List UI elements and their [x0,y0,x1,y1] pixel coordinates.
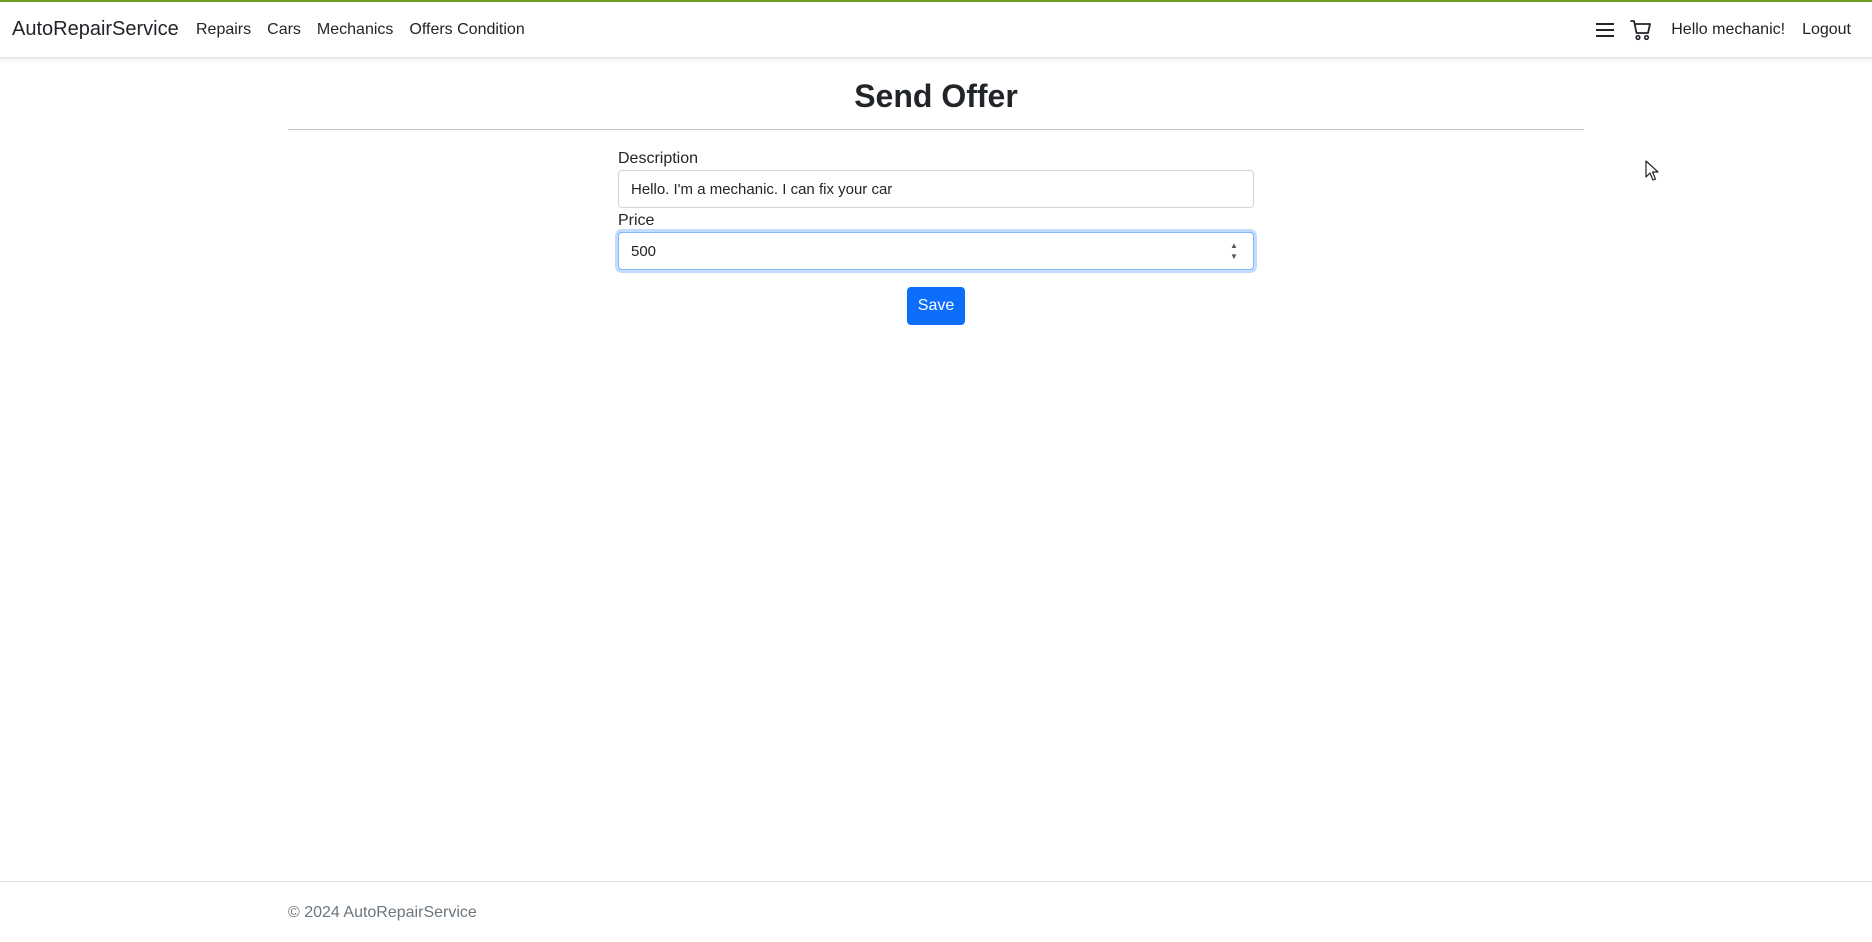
save-button[interactable]: Save [907,287,965,325]
nav-right: Hello mechanic! Logout [1593,2,1872,58]
description-label: Description [618,150,699,167]
nav-link-mechanics[interactable]: Mechanics [317,19,393,41]
send-offer-form: Description Price ▲ ▼ [618,148,1254,270]
stepper-down-icon[interactable]: ▼ [1230,252,1238,261]
hamburger-icon[interactable] [1593,18,1617,42]
brand-link[interactable]: AutoRepairService [12,17,179,41]
stepper-up-icon[interactable]: ▲ [1230,241,1238,250]
price-stepper[interactable]: ▲ ▼ [1229,241,1239,261]
price-label: Price [618,212,655,229]
nav-links: Repairs Cars Mechanics Offers Condition [196,19,541,41]
price-field: ▲ ▼ [618,232,1254,270]
mouse-cursor-icon [1645,160,1661,182]
title-divider [288,129,1584,130]
page-title: Send Offer [854,78,1018,114]
logout-link[interactable]: Logout [1802,19,1851,41]
greeting-text: Hello mechanic! [1671,21,1786,38]
description-input[interactable] [618,170,1254,208]
footer-copyright: © 2024 AutoRepairService [288,904,477,921]
price-input[interactable] [619,233,1209,269]
nav-link-repairs[interactable]: Repairs [196,19,251,41]
footer: © 2024 AutoRepairService [0,881,1872,942]
cart-icon[interactable] [1629,18,1653,42]
nav-link-cars[interactable]: Cars [267,19,301,41]
navbar: AutoRepairService Repairs Cars Mechanics… [0,2,1872,58]
nav-link-offers-condition[interactable]: Offers Condition [409,19,524,41]
